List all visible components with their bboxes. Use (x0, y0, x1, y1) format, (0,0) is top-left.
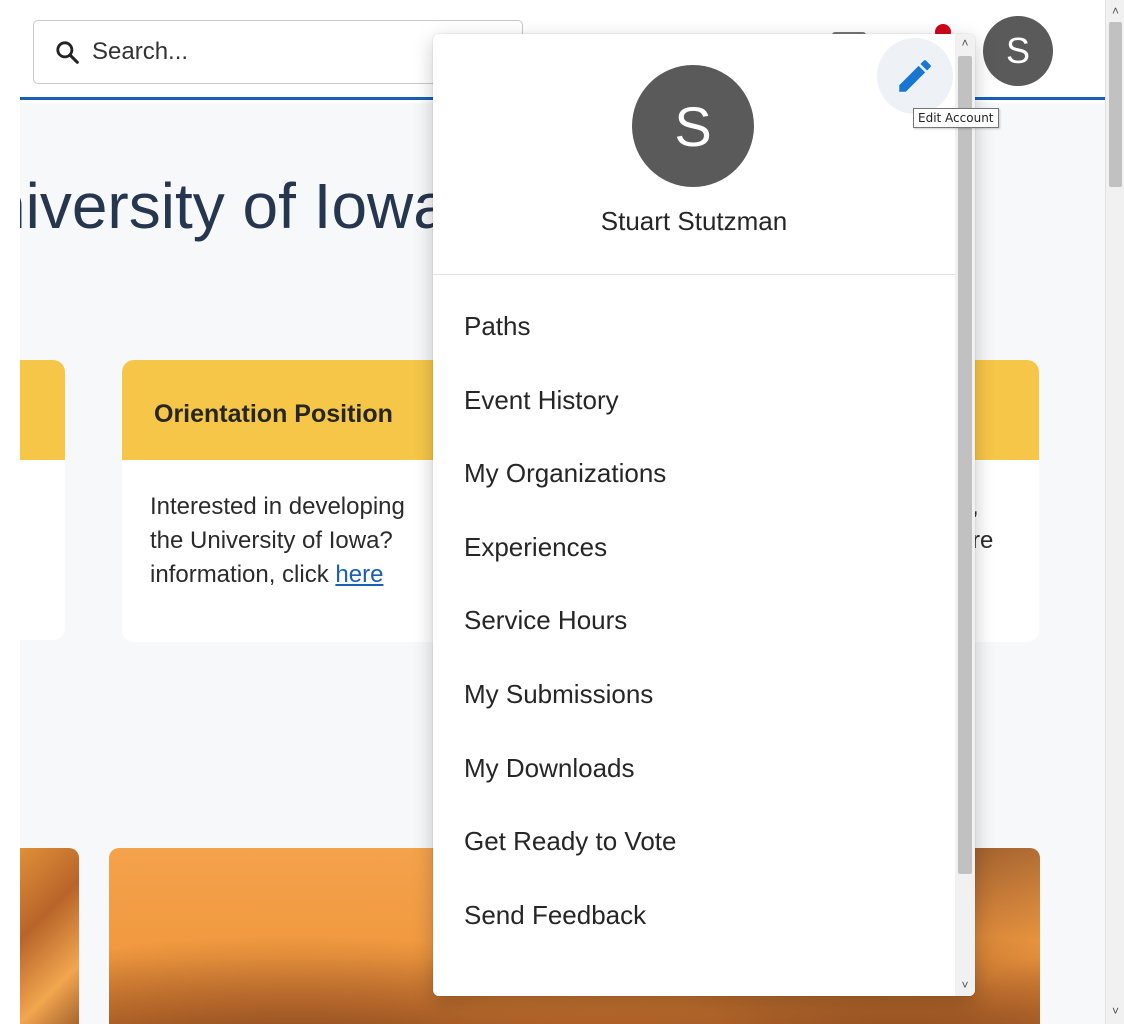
card-line-2: the University of Iowa? (150, 527, 393, 554)
edit-account-button[interactable] (877, 38, 953, 114)
edit-account-tooltip: Edit Account (913, 108, 999, 128)
search-icon (56, 41, 79, 64)
dropdown-scrollbar-thumb[interactable] (958, 56, 972, 874)
orientation-here-link[interactable]: here (335, 561, 383, 588)
menu-item-paths[interactable]: Paths (433, 289, 955, 363)
dropdown-avatar: S (632, 65, 754, 187)
scroll-up-arrow-icon[interactable]: ˄ (1106, 4, 1124, 18)
menu-item-service-hours[interactable]: Service Hours (433, 583, 955, 657)
dropdown-divider (433, 274, 955, 275)
menu-item-my-organizations[interactable]: My Organizations (433, 436, 955, 510)
menu-item-my-downloads[interactable]: My Downloads (433, 731, 955, 805)
menu-item-get-ready-to-vote[interactable]: Get Ready to Vote (433, 804, 955, 878)
menu-item-event-history[interactable]: Event History (433, 363, 955, 437)
card-line-3: information, click (150, 561, 336, 588)
menu-item-experiences[interactable]: Experiences (433, 510, 955, 584)
dropdown-scrollbar[interactable]: ˄ ˅ (955, 34, 975, 996)
event-photo-left[interactable] (20, 848, 79, 1024)
account-dropdown: S Stuart Stutzman Paths Event History My… (433, 34, 975, 996)
menu-item-my-submissions[interactable]: My Submissions (433, 657, 955, 731)
card-right-fragment-2: re (972, 527, 994, 554)
page-title: niversity of Iowa (20, 170, 449, 242)
card-line-1: Interested in developing (150, 493, 405, 520)
pencil-icon (899, 60, 931, 92)
scroll-down-arrow-icon[interactable]: ˅ (1106, 1004, 1124, 1018)
search-input[interactable] (92, 38, 472, 66)
account-menu: Paths Event History My Organizations Exp… (433, 289, 955, 951)
dropdown-scroll-up-icon[interactable]: ˄ (955, 36, 975, 50)
card-partial-left (20, 360, 65, 640)
page-scrollbar[interactable]: ˄ ˅ (1105, 0, 1124, 1024)
page-scrollbar-thumb[interactable] (1109, 22, 1122, 187)
user-name: Stuart Stutzman (600, 206, 788, 236)
menu-item-send-feedback[interactable]: Send Feedback (433, 878, 955, 952)
header-avatar[interactable]: S (983, 16, 1053, 86)
dropdown-scroll-down-icon[interactable]: ˅ (955, 978, 975, 992)
